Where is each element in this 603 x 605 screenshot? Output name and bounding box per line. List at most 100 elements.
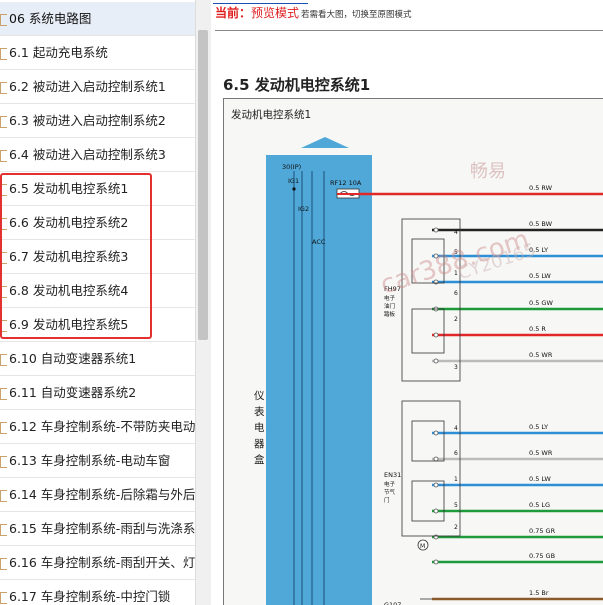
sidebar-item-label: 6.6 发动机电控系统2 <box>9 215 129 230</box>
mode-switch-hint[interactable]: 若需看大图，切换至原图模式 <box>301 10 412 20</box>
sidebar-item[interactable]: 6.13 车身控制系统-电动车窗 <box>0 444 195 478</box>
wire-label: 0.5 R <box>529 325 546 333</box>
rail-label: IG2 <box>298 205 309 213</box>
bullet-icon <box>0 251 7 264</box>
sidebar-item[interactable]: 6.16 车身控制系统-雨刮开关、灯 <box>0 546 195 580</box>
box-label-char: 器 <box>254 438 265 450</box>
sidebar-item[interactable]: 6.14 车身控制系统-后除霜与外后 <box>0 478 195 512</box>
wire-label: 0.5 WR <box>529 351 553 359</box>
bullet-icon <box>0 353 7 366</box>
sidebar-item-label: 6.7 发动机电控系统3 <box>9 249 129 264</box>
sidebar-item[interactable]: 6.5 发动机电控系统1 <box>0 172 195 206</box>
wire-label: 0.5 GW <box>529 299 553 307</box>
fuse-label: RF12 10A <box>330 179 362 187</box>
wire-label: 0.5 WR <box>529 449 553 457</box>
sidebar-item[interactable]: 6.17 车身控制系统-中控门锁 <box>0 580 195 605</box>
bullet-icon <box>0 13 7 26</box>
rail-label: IG1 <box>288 177 299 185</box>
sidebar-item-label: 06 系统电路图 <box>9 11 92 26</box>
pin-number: 2 <box>454 316 458 323</box>
bullet-icon <box>0 319 7 332</box>
wire-label: 0.5 RW <box>529 184 553 192</box>
sidebar-item[interactable]: 6.10 自动变速器系统1 <box>0 342 195 376</box>
sidebar-item-label: 6.5 发动机电控系统1 <box>9 181 129 196</box>
bullet-icon <box>0 285 7 298</box>
sidebar-item[interactable]: 6.11 自动变速器系统2 <box>0 376 195 410</box>
sidebar-item-label: 6.2 被动进入启动控制系统1 <box>9 79 166 94</box>
diagram-canvas: 仪表电器盒 30(IP) IG1 IG2 ACC RF12 10A 0.5 RW 0.5 BW… <box>254 137 603 605</box>
rail-label: 30(IP) <box>282 163 301 171</box>
scrollbar-thumb[interactable] <box>198 30 208 340</box>
connector-sublabel: 门 <box>384 496 390 504</box>
pin-terminal <box>433 559 439 565</box>
bullet-icon <box>0 557 7 570</box>
bullet-icon <box>0 421 7 434</box>
bullet-icon <box>0 455 7 468</box>
bullet-icon <box>0 523 7 536</box>
bullet-icon <box>0 47 7 60</box>
pin-terminal <box>433 508 439 514</box>
sidebar-item-label: 6.8 发动机电控系统4 <box>9 283 129 298</box>
fuse-box <box>266 155 372 605</box>
sidebar-scrollbar[interactable] <box>195 0 211 605</box>
sidebar-item-label: 6.10 自动变速器系统1 <box>9 351 137 366</box>
wire-label: 0.5 LW <box>529 475 551 483</box>
connector-fh97 <box>401 218 461 382</box>
sidebar-section-header[interactable]: 06 系统电路图 <box>0 2 195 36</box>
bullet-icon <box>0 591 7 604</box>
box-label-char: 盒 <box>254 453 265 466</box>
sidebar-item-label: 6.3 被动进入启动控制系统2 <box>9 113 166 128</box>
wire-label: 0.5 LW <box>529 272 551 280</box>
wire-label: 0.75 GB <box>529 552 555 560</box>
mode-value: 预览模式 <box>251 6 300 20</box>
bullet-icon <box>0 81 7 94</box>
mode-line: 当前：预览模式 若需看大图，切换至原图模式 <box>215 4 412 21</box>
sidebar-item[interactable]: 6.3 被动进入启动控制系统2 <box>0 104 195 138</box>
sensor-element <box>411 308 445 354</box>
box-label-char: 电 <box>254 421 265 434</box>
sidebar-item-label: 6.15 车身控制系统-雨刮与洗涤系 <box>9 521 195 536</box>
box-arrow <box>301 137 349 148</box>
bullet-icon <box>0 489 7 502</box>
sidebar-item[interactable]: 6.2 被动进入启动控制系统1 <box>0 70 195 104</box>
section-heading: 6.5 发动机电控系统1 <box>223 76 371 94</box>
sidebar-item[interactable]: 6.4 被动进入启动控制系统3 <box>0 138 195 172</box>
pin-terminal <box>433 430 439 436</box>
sidebar-item[interactable]: 6.7 发动机电控系统3 <box>0 240 195 274</box>
pin-number: 1 <box>454 476 458 483</box>
connector-label: EN31 <box>384 471 401 479</box>
junction-dot <box>292 187 296 191</box>
diagram-title: 发动机电控系统1 <box>231 109 312 121</box>
sidebar-item[interactable]: 6.1 起动充电系统 <box>0 36 195 70</box>
pin-terminal <box>433 482 439 488</box>
pin-terminal <box>433 456 439 462</box>
connector-sublabel: 踏板 <box>384 310 396 318</box>
sidebar-item[interactable]: 6.15 车身控制系统-雨刮与洗涤系 <box>0 512 195 546</box>
sidebar-nav: 06 系统电路图 6.1 起动充电系统 6.2 被动进入启动控制系统1 6.3 被动进… <box>0 0 195 605</box>
sidebar-item[interactable]: 6.12 车身控制系统-不带防夹电动 <box>0 410 195 444</box>
wire-label: 0.5 LG <box>529 501 550 509</box>
sidebar-item-label: 6.1 起动充电系统 <box>9 45 108 60</box>
sidebar-item-label: 6.17 车身控制系统-中控门锁 <box>9 589 171 604</box>
ground-label: G107 <box>384 601 401 605</box>
connector-sublabel: 电子 <box>384 480 396 488</box>
pin-number: 5 <box>454 502 458 509</box>
pin-terminal <box>433 534 439 540</box>
rail-label: ACC <box>312 238 326 246</box>
sidebar-item-label: 6.13 车身控制系统-电动车窗 <box>9 453 171 468</box>
sidebar-item-label: 6.12 车身控制系统-不带防夹电动 <box>9 419 195 434</box>
pin-number: 3 <box>454 364 458 371</box>
sidebar-item[interactable]: 6.6 发动机电控系统2 <box>0 206 195 240</box>
sidebar-item[interactable]: 6.8 发动机电控系统4 <box>0 274 195 308</box>
sidebar-item-label: 6.11 自动变速器系统2 <box>9 385 137 400</box>
sidebar-item[interactable]: 6.9 发动机电控系统5 <box>0 308 195 342</box>
mode-prefix: 当前： <box>215 6 252 20</box>
sidebar-item-label: 6.9 发动机电控系统5 <box>9 317 129 332</box>
motor-letter: M <box>420 543 425 550</box>
circuit-diagram[interactable]: 仪表电器盒 30(IP) IG1 IG2 ACC RF12 10A 0.5 RW 0.5 BW… <box>223 98 603 605</box>
wire-label: 0.75 GR <box>529 527 556 535</box>
box-label-char: 仪 <box>254 390 265 402</box>
connector-sublabel: 油门 <box>384 302 395 310</box>
box-label-char: 表 <box>254 405 265 418</box>
wire-label: 0.5 BW <box>529 220 553 228</box>
